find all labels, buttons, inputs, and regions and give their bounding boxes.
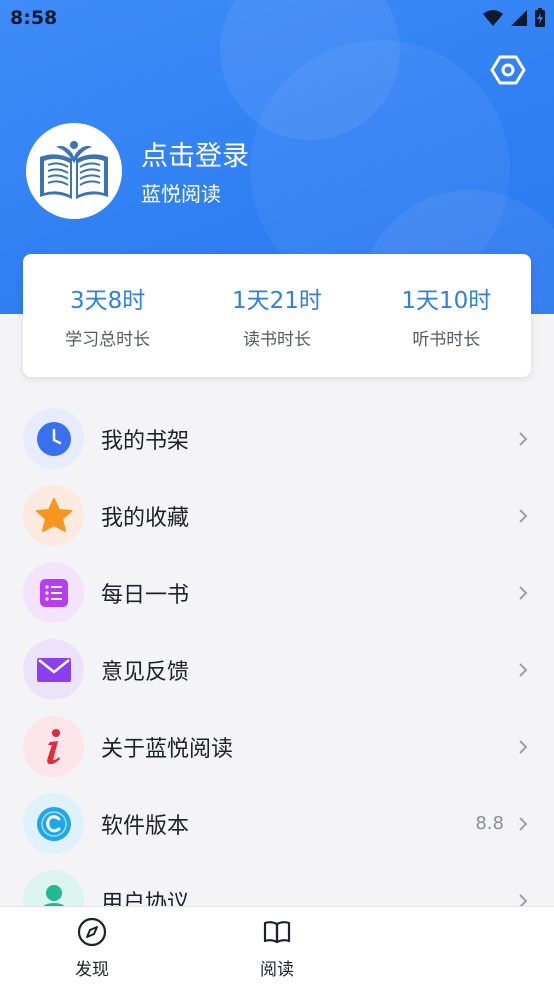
copyright-icon — [36, 806, 71, 841]
tab-reading[interactable]: 阅读 — [237, 917, 317, 980]
status-bar: 8:58 — [0, 0, 554, 38]
stat-value: 3天8时 — [70, 288, 146, 314]
menu-label: 我的书架 — [101, 428, 190, 454]
menu-label: 关于蓝悦阅读 — [101, 736, 234, 762]
stat-value: 1天21时 — [232, 288, 322, 314]
login-title[interactable]: 点击登录 — [141, 134, 249, 173]
chevron-right-icon — [519, 816, 528, 831]
compass-icon — [77, 917, 107, 947]
chevron-right-icon — [519, 739, 528, 754]
stat-label: 学习总时长 — [65, 330, 151, 350]
menu-item-feedback[interactable]: 意见反馈 — [0, 631, 554, 708]
stat-reading: 1天21时 读书时长 — [197, 281, 357, 350]
app-name: 蓝悦阅读 — [141, 182, 221, 206]
menu-icon-bg — [23, 485, 84, 546]
stat-label: 读书时长 — [242, 330, 311, 350]
stat-label: 听书时长 — [412, 330, 481, 350]
list-icon — [39, 578, 68, 607]
reading-stats-card: 3天8时 学习总时长 1天21时 读书时长 1天10时 听书时长 — [23, 254, 531, 377]
mail-icon — [36, 657, 71, 682]
menu-label: 软件版本 — [101, 813, 190, 839]
battery-charging-icon — [535, 8, 545, 27]
chevron-right-icon — [519, 585, 528, 600]
menu-item-bookshelf[interactable]: 我的书架 — [0, 400, 554, 477]
open-book-logo — [40, 141, 108, 199]
avatar[interactable] — [26, 123, 122, 219]
menu-icon-bg — [23, 639, 84, 700]
bottom-tab-bar: 发现 阅读 — [0, 906, 554, 984]
settings-button[interactable] — [490, 52, 526, 88]
settings-hexagon-icon — [490, 55, 526, 85]
clock-icon — [36, 421, 71, 456]
menu-icon-bg — [23, 562, 84, 623]
book-icon — [263, 921, 291, 944]
menu-icon-bg — [23, 408, 84, 469]
tab-discover[interactable]: 发现 — [52, 917, 132, 980]
info-icon — [46, 728, 60, 764]
menu-item-about[interactable]: 关于蓝悦阅读 — [0, 708, 554, 785]
tab-label: 发现 — [75, 960, 109, 980]
chevron-right-icon — [519, 508, 528, 523]
menu-label: 每日一书 — [101, 582, 190, 608]
menu-list: 我的书架 我的收藏 每日一书 意见反馈 关于蓝悦阅读 软件版本 8.8 用户协议 — [0, 400, 554, 939]
menu-item-favorites[interactable]: 我的收藏 — [0, 477, 554, 554]
menu-label: 我的收藏 — [101, 505, 190, 531]
menu-item-version[interactable]: 软件版本 8.8 — [0, 785, 554, 862]
version-number: 8.8 — [475, 813, 504, 834]
signal-icon — [511, 10, 527, 26]
stat-total-study: 3天8时 学习总时长 — [28, 281, 188, 350]
stat-listening: 1天10时 听书时长 — [366, 281, 526, 350]
wifi-icon — [483, 10, 503, 26]
chevron-right-icon — [519, 431, 528, 446]
stat-value: 1天10时 — [401, 288, 492, 314]
tab-label: 阅读 — [260, 960, 294, 980]
chevron-right-icon — [519, 662, 528, 677]
menu-icon-bg — [23, 716, 84, 777]
status-time: 8:58 — [10, 7, 58, 29]
menu-label: 意见反馈 — [101, 659, 190, 685]
menu-icon-bg — [23, 793, 84, 854]
star-icon — [35, 497, 72, 532]
menu-item-daily-book[interactable]: 每日一书 — [0, 554, 554, 631]
